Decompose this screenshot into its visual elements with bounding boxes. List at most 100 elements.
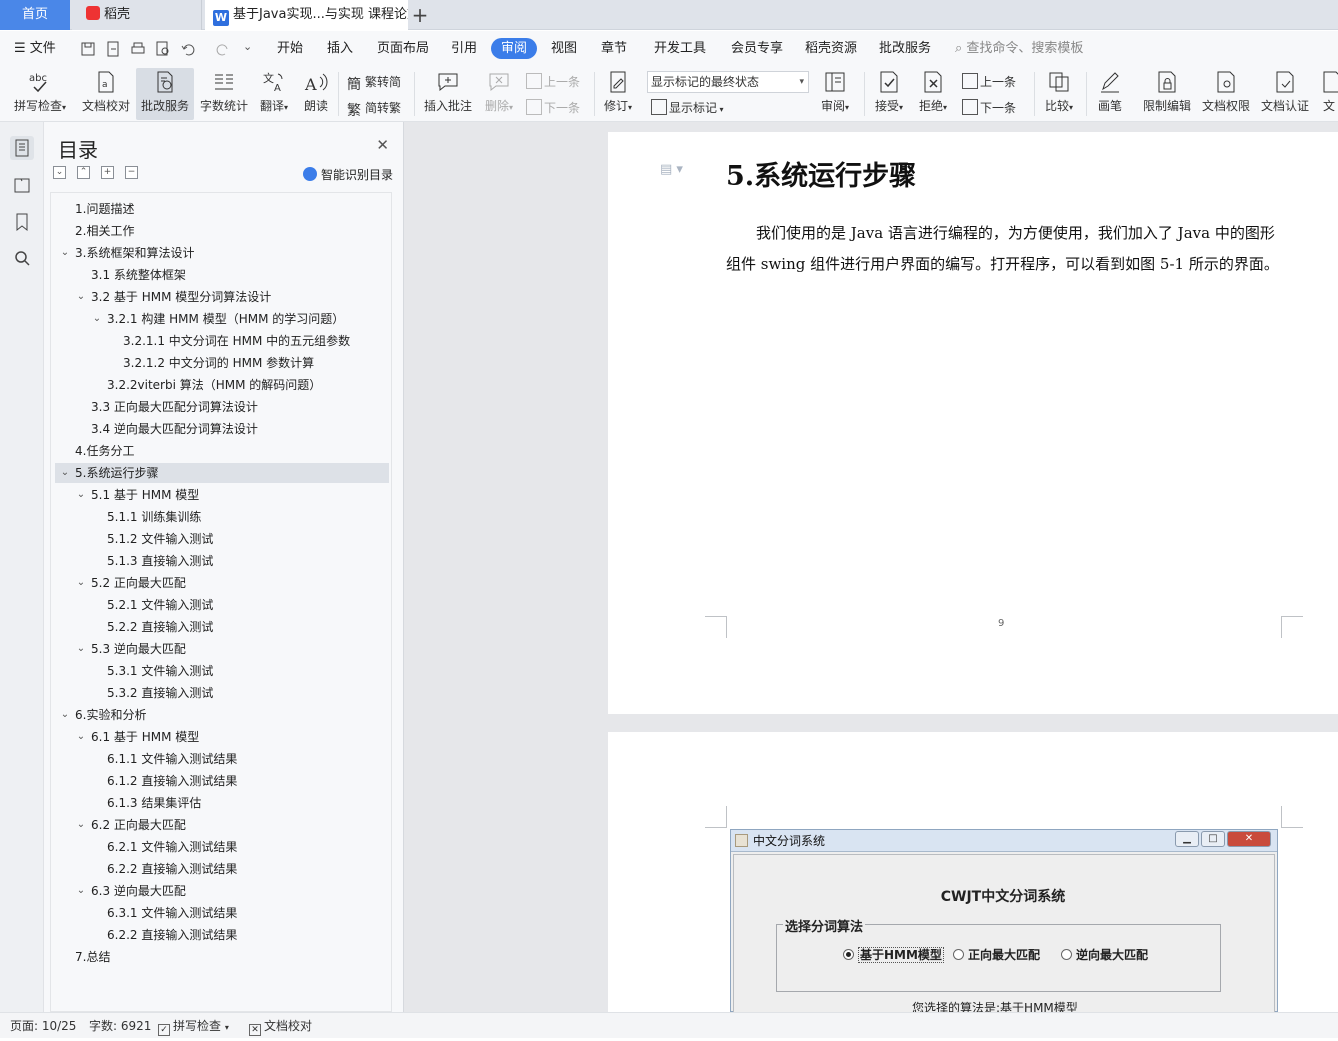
toc-item[interactable]: ⌄ 5.2 正向最大匹配 <box>55 573 389 593</box>
accept-change-button[interactable]: 接受▾ <box>870 68 908 120</box>
chevron-down-icon[interactable]: ⌄ <box>75 639 87 659</box>
toc-item[interactable]: ⌄ 6.2 正向最大匹配 <box>55 815 389 835</box>
menu-developer[interactable]: 开发工具 <box>654 38 706 59</box>
more-tools-button[interactable]: 文 <box>1320 68 1338 120</box>
chapter-nav-icon[interactable] <box>10 173 34 197</box>
page-indicator[interactable]: 页面: 10/25 <box>10 1013 76 1039</box>
toc-icon[interactable] <box>10 136 34 160</box>
redo-icon[interactable] <box>213 41 235 57</box>
expand-up-icon[interactable]: ⌃ <box>77 166 90 179</box>
translate-button[interactable]: 文A 翻译▾ <box>256 68 292 120</box>
toc-item[interactable]: ⌄ 3.系统框架和算法设计 <box>55 243 389 263</box>
chevron-down-icon[interactable]: ⌄ <box>91 309 103 329</box>
toc-item[interactable]: 3.1 系统整体框架 <box>55 265 389 285</box>
doc-cert-button[interactable]: 文档认证 <box>1258 68 1312 120</box>
chevron-down-icon[interactable]: ⌄ <box>59 463 71 483</box>
toc-item[interactable]: ⌄ 5.1 基于 HMM 模型 <box>55 485 389 505</box>
close-icon[interactable]: ✕ <box>376 136 389 154</box>
toc-item[interactable]: ⌄ 5.系统运行步骤 <box>55 463 389 483</box>
chevron-down-icon[interactable]: ⌄ <box>75 881 87 901</box>
reject-change-button[interactable]: 拒绝▾ <box>914 68 952 120</box>
chevron-down-icon[interactable]: ⌄ <box>59 705 71 725</box>
toc-item[interactable]: ⌄ 6.3 逆向最大匹配 <box>55 881 389 901</box>
toc-item[interactable]: 1.问题描述 <box>55 199 389 219</box>
print-icon[interactable] <box>130 41 146 57</box>
menu-insert[interactable]: 插入 <box>327 38 353 59</box>
toc-item[interactable]: 2.相关工作 <box>55 221 389 241</box>
chevron-down-icon[interactable]: ⌄ <box>75 287 87 307</box>
word-count-indicator[interactable]: 字数: 6921 <box>89 1013 151 1039</box>
toc-item[interactable]: 3.2.1.1 中文分词在 HMM 中的五元组参数 <box>55 331 389 351</box>
remove-heading-icon[interactable]: − <box>125 166 138 179</box>
chevron-down-icon[interactable]: ⌄ <box>75 485 87 505</box>
print-preview-icon[interactable] <box>155 41 171 57</box>
chevron-down-icon[interactable]: ⌄ <box>75 573 87 593</box>
toc-item[interactable]: ⌄ 6.实验和分析 <box>55 705 389 725</box>
toc-item[interactable]: 5.2.2 直接输入测试 <box>55 617 389 637</box>
toc-item[interactable]: 6.1.3 结果集评估 <box>55 793 389 813</box>
toc-item[interactable]: 3.4 逆向最大匹配分词算法设计 <box>55 419 389 439</box>
menu-page-layout[interactable]: 页面布局 <box>377 38 429 59</box>
simp-to-trad-button[interactable]: 繁简转繁 <box>347 98 401 119</box>
correction-service-button[interactable]: 批改服务 <box>136 68 194 120</box>
next-comment-button[interactable]: 下一条 <box>526 98 580 118</box>
toc-item[interactable]: ⌄ 3.2 基于 HMM 模型分词算法设计 <box>55 287 389 307</box>
toc-item[interactable]: 5.1.2 文件输入测试 <box>55 529 389 549</box>
undo-icon[interactable] <box>180 41 202 57</box>
chevron-down-icon[interactable]: ⌄ <box>75 727 87 747</box>
show-markup-button[interactable]: 显示标记 ▾ <box>651 98 724 118</box>
toc-item[interactable]: 3.2.1.2 中文分词的 HMM 参数计算 <box>55 353 389 373</box>
menu-daoke-resources[interactable]: 稻壳资源 <box>805 38 857 59</box>
compare-button[interactable]: 比较▾ <box>1040 68 1078 120</box>
command-search[interactable]: ⌕ 查找命令、搜索模板 <box>955 38 1083 59</box>
toc-item[interactable]: 4.任务分工 <box>55 441 389 461</box>
pen-button[interactable]: 画笔 <box>1094 68 1126 120</box>
toc-item[interactable]: 5.1.3 直接输入测试 <box>55 551 389 571</box>
status-doc-proof[interactable]: ✕ 文档校对 <box>249 1013 312 1039</box>
bookmark-icon[interactable] <box>10 210 34 234</box>
prev-change-button[interactable]: 上一条 <box>962 72 1016 92</box>
menu-view[interactable]: 视图 <box>551 38 577 59</box>
spell-check-button[interactable]: abc 拼写检查▾ <box>8 68 72 120</box>
next-change-button[interactable]: 下一条 <box>962 98 1016 118</box>
smart-toc-button[interactable]: 智能识别目录 <box>302 166 393 183</box>
chevron-down-icon[interactable]: ⌄ <box>59 243 71 263</box>
insert-comment-button[interactable]: 插入批注 <box>422 68 474 120</box>
toc-item[interactable]: 6.1.2 直接输入测试结果 <box>55 771 389 791</box>
tab-document[interactable]: W 基于Java实现...与实现 课程论文 <box>205 0 408 30</box>
doc-permission-button[interactable]: 文档权限 <box>1199 68 1253 120</box>
toc-item[interactable]: 5.1.1 训练集训练 <box>55 507 389 527</box>
menu-chapter[interactable]: 章节 <box>601 38 627 59</box>
trad-to-simp-button[interactable]: 簡繁转简 <box>347 72 401 93</box>
word-count-button[interactable]: 字数统计 <box>198 68 250 120</box>
menu-review[interactable]: 审阅 <box>491 38 538 59</box>
toc-item[interactable]: 6.2.1 文件输入测试结果 <box>55 837 389 857</box>
markup-state-select[interactable]: 显示标记的最终状态 ▾ <box>647 71 809 93</box>
menu-references[interactable]: 引用 <box>451 38 477 59</box>
toc-item[interactable]: 5.2.1 文件输入测试 <box>55 595 389 615</box>
save-icon[interactable] <box>80 41 96 57</box>
paragraph-menu-icon[interactable]: ▤ ▾ <box>660 162 683 177</box>
toc-item[interactable]: 3.3 正向最大匹配分词算法设计 <box>55 397 389 417</box>
toc-item[interactable]: 5.3.2 直接输入测试 <box>55 683 389 703</box>
find-icon[interactable] <box>10 246 34 270</box>
read-aloud-button[interactable]: A 朗读 <box>300 68 332 120</box>
toc-item[interactable]: 6.2.2 直接输入测试结果 <box>55 925 389 945</box>
menu-correction-service[interactable]: 批改服务 <box>879 38 931 59</box>
menu-member[interactable]: 会员专享 <box>731 38 783 59</box>
toc-item[interactable]: 5.3.1 文件输入测试 <box>55 661 389 681</box>
toc-item[interactable]: 3.2.2viterbi 算法（HMM 的解码问题） <box>55 375 389 395</box>
export-pdf-icon[interactable] <box>105 41 121 57</box>
toc-item[interactable]: ⌄ 5.3 逆向最大匹配 <box>55 639 389 659</box>
review-pane-button[interactable]: 审阅▾ <box>816 68 854 120</box>
add-heading-icon[interactable]: + <box>101 166 114 179</box>
restrict-edit-button[interactable]: 限制编辑 <box>1140 68 1194 120</box>
tab-daoke[interactable]: 稻壳 <box>72 0 202 30</box>
track-changes-button[interactable]: 修订▾ <box>600 68 636 120</box>
delete-comment-button[interactable]: 删除▾ <box>480 68 518 120</box>
chevron-down-icon[interactable]: ⌄ <box>75 815 87 835</box>
file-menu[interactable]: ☰ 文件 <box>14 38 56 59</box>
collapse-all-icon[interactable]: ⌄ <box>53 166 66 179</box>
toc-item[interactable]: 6.3.1 文件输入测试结果 <box>55 903 389 923</box>
quick-access-more-icon[interactable]: ⌄ <box>243 40 252 53</box>
